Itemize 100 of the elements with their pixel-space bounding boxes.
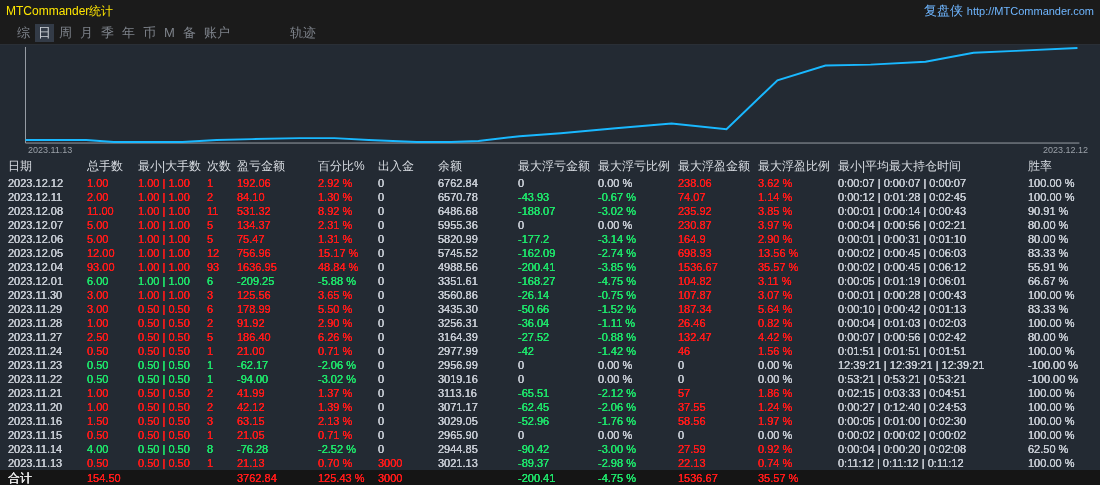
view-tab[interactable]: 轨迹 [286,23,319,42]
table-cell: 1.24 % [758,401,793,413]
table-cell: 1.31 % [318,233,353,245]
table-cell: 0.50 | 0.50 [138,359,190,371]
table-cell: 3256.31 [438,317,478,329]
table-cell: 235.92 [678,205,712,217]
period-tab[interactable]: 周 [56,23,75,42]
table-cell: 2023.12.06 [8,233,64,245]
brand-name: 复盘侠 [923,1,963,20]
table-cell: 0 [518,359,525,371]
table-cell: 5 [207,219,214,231]
table-cell: 0:53:21 | 0:53:21 | 0:53:21 [838,373,967,385]
period-tab[interactable]: 币 [140,23,159,42]
table-cell: 0 [378,205,385,217]
table-cell: 100.00 % [1028,387,1075,399]
table-cell: 2023.11.15 [8,429,63,441]
table-cell: 80.00 % [1028,219,1069,231]
table-cell: -200.41 [518,471,556,484]
table-cell: 0 [378,261,385,273]
table-cell: 1.00 [87,317,109,329]
table-cell: 1 [207,373,214,385]
period-tab[interactable]: 日 [35,23,54,42]
table-cell: 2023.11.20 [8,401,63,413]
table-cell: -0.75 % [598,289,636,301]
table-cell: -1.76 % [598,415,636,427]
period-tab[interactable]: 年 [119,23,138,42]
table-cell: 2023.11.14 [8,443,63,455]
table-cell: 5.00 [87,233,109,245]
table-cell: 0 [378,373,385,385]
table-cell: 230.87 [678,219,712,231]
period-tab[interactable]: 月 [77,23,96,42]
table-cell: 0.50 | 0.50 [138,345,190,357]
table-cell: 0.50 [87,429,109,441]
table-cell: 2023.11.29 [8,303,63,315]
table-cell: 26.46 [678,317,706,329]
table-cell: 0.50 | 0.50 [138,401,190,413]
table-cell: 0 [378,303,385,315]
table-cell: 3.00 [87,289,109,301]
table-cell: 21.00 [237,345,265,357]
table-cell: 3021.13 [438,457,478,469]
table-cell: 2965.90 [438,429,478,441]
table-cell: -65.51 [518,387,550,399]
table-cell: -3.02 % [318,373,356,385]
table-cell: 11.00 [87,205,114,217]
column-header: 次数 [207,158,232,175]
table-cell: -27.52 [518,331,550,343]
table-cell: -62.17 [237,359,269,371]
table-cell: 2023.11.23 [8,359,63,371]
table-cell: -26.14 [518,289,550,301]
table-cell: 2956.99 [438,359,478,371]
period-tab[interactable]: M [161,23,178,42]
website-link[interactable]: http://MTCommander.com [966,2,1094,20]
table-cell: 178.99 [237,303,271,315]
table-cell: -200.41 [518,261,556,273]
period-tab[interactable]: 综 [14,23,33,42]
table-cell: 0 [378,247,385,259]
table-cell: 0:01:51 | 0:01:51 | 0:01:51 [838,345,967,357]
table-cell: 74.07 [678,191,706,203]
table-cell: -89.37 [518,457,550,469]
table-cell: 66.67 % [1028,275,1069,287]
table-cell: 91.92 [237,317,265,329]
table-cell: 41.99 [237,387,265,399]
table-cell: 0 [378,317,385,329]
period-tab[interactable]: 季 [98,23,117,42]
table-cell: 698.93 [678,247,712,259]
table-cell: 4.00 [87,443,109,455]
table-cell: 0 [678,359,685,371]
table-cell: 187.34 [678,303,712,315]
table-cell: 100.00 % [1028,457,1075,469]
table-cell: 0 [518,219,525,231]
table-cell: 3029.05 [438,415,478,427]
table-cell: 48.84 % [318,261,359,273]
table-cell: 15.17 % [318,247,359,259]
table-cell: 2.92 % [318,177,353,189]
table-cell: -1.52 % [598,303,636,315]
table-cell: 2.13 % [318,415,353,427]
period-tab[interactable]: 备 [179,23,199,42]
table-cell: 0.50 | 0.50 [138,443,190,455]
table-cell: 3000 [378,471,403,484]
column-header: 最小|大手数 [138,158,203,175]
table-cell: 1.39 % [318,401,353,413]
table-cell: 6486.68 [438,205,478,217]
table-cell: -209.25 [237,275,275,287]
column-header: 最大浮亏金额 [518,158,591,175]
table-cell: -2.06 % [598,401,636,413]
table-cell: 1.00 | 1.00 [138,177,190,189]
table-cell: 0.00 % [598,373,633,385]
table-cell: 1 [207,345,214,357]
table-cell: 57 [678,387,691,399]
period-tab[interactable]: 账户 [200,23,233,42]
table-cell: 6762.84 [438,177,478,189]
table-cell: 3113.16 [438,387,477,399]
table-cell: 5.00 [87,219,109,231]
table-cell: 0 [678,429,685,441]
table-cell: 22.13 [678,457,706,469]
table-cell: 0 [518,429,525,441]
table-cell: 1.50 [87,415,109,427]
table-cell: -3.00 % [598,443,636,455]
table-cell: 6.00 [87,275,109,287]
table-cell: 3435.30 [438,303,478,315]
